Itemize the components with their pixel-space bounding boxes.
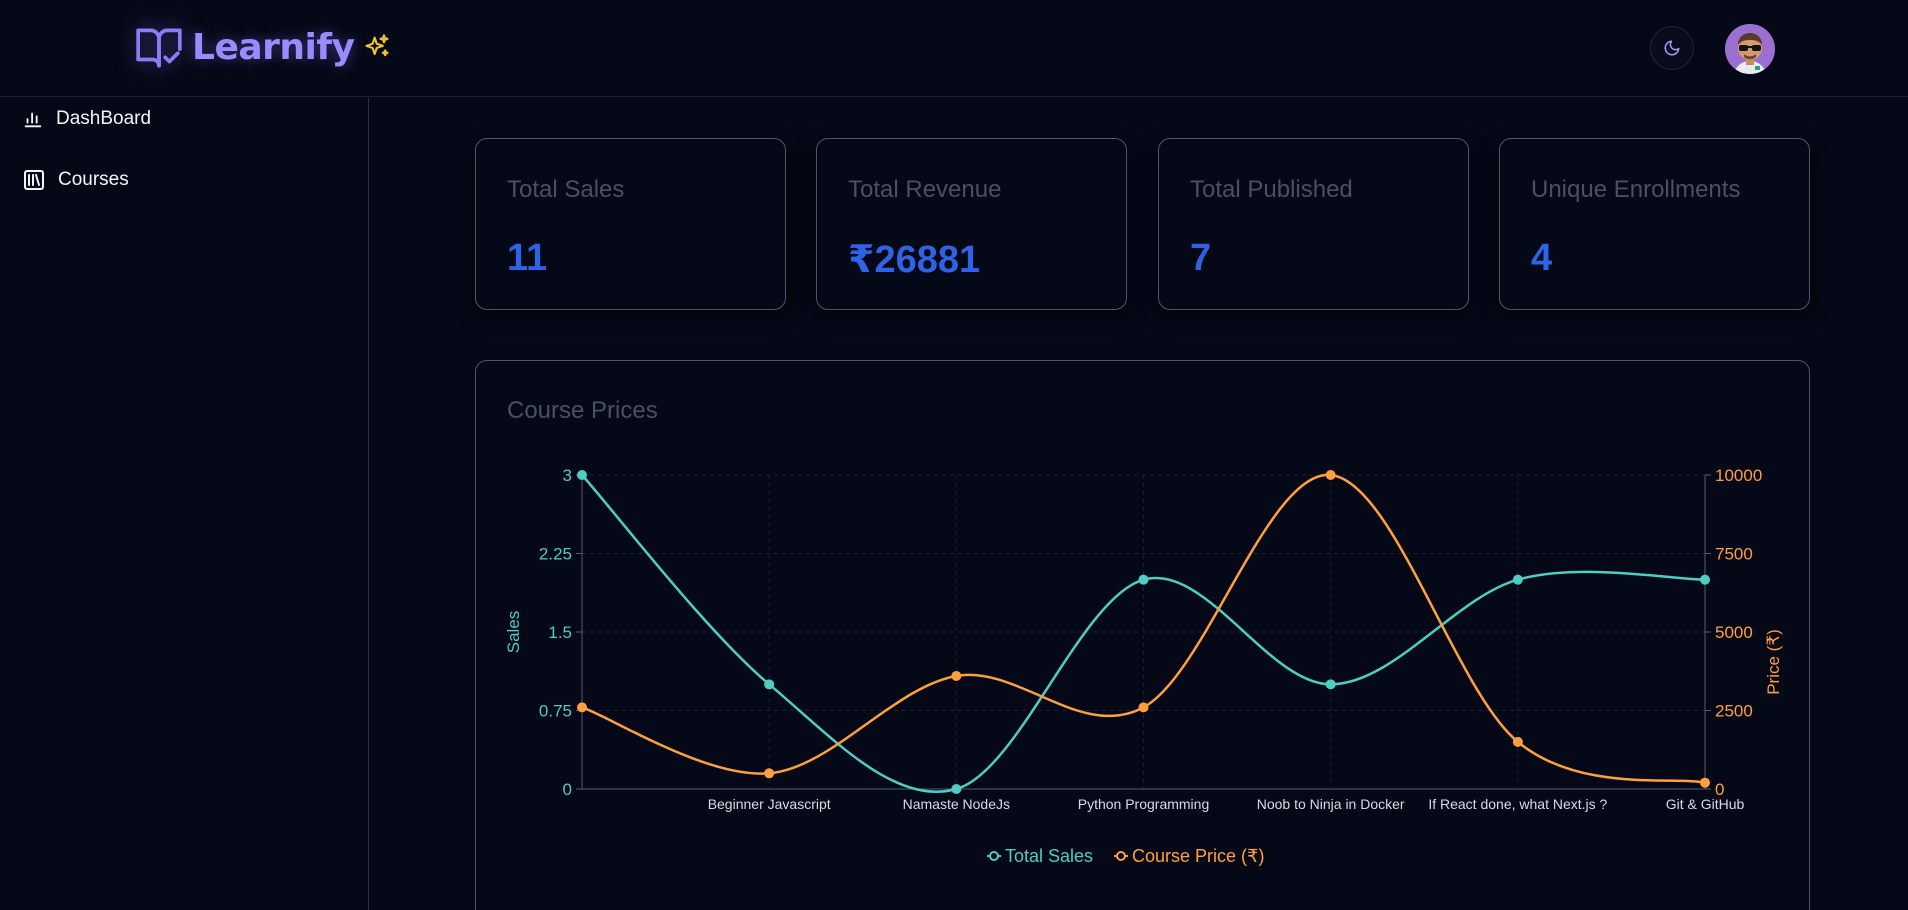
sidebar-item-dashboard[interactable]: DashBoard — [22, 108, 151, 130]
stat-title: Unique Enrollments — [1531, 176, 1741, 203]
moon-icon — [1664, 40, 1680, 56]
avatar-memoji — [1725, 24, 1775, 74]
sidebar-item-courses[interactable]: Courses — [22, 168, 129, 192]
y2-tick-label: 10000 — [1715, 466, 1762, 485]
y2-tick-label: 5000 — [1715, 623, 1753, 642]
legend-marker-dot — [1116, 851, 1126, 861]
data-point-total-sales — [1138, 574, 1149, 585]
data-point-total-sales — [764, 679, 775, 690]
series-line-total-sales — [581, 474, 1706, 793]
stat-title: Total Sales — [507, 176, 625, 203]
user-avatar[interactable] — [1725, 24, 1775, 74]
data-point-course-price — [764, 768, 775, 779]
x-tick-label: Python Programming — [1078, 796, 1210, 812]
y-tick-label: 3 — [563, 466, 572, 485]
y-tick-label: 2.25 — [539, 545, 572, 564]
y2-tick-label: 2500 — [1715, 702, 1753, 721]
data-point-course-price — [1512, 736, 1523, 747]
bar-chart-icon — [24, 112, 42, 128]
x-tick-label: Namaste NodeJs — [903, 796, 1010, 812]
stat-value: 4 — [1531, 237, 1553, 279]
data-point-course-price — [577, 702, 587, 713]
data-point-course-price — [1700, 777, 1710, 788]
stat-card-total-sales: Total Sales 11 — [475, 138, 786, 310]
stat-title: Total Published — [1190, 176, 1353, 203]
data-point-total-sales — [577, 470, 587, 480]
x-tick-label: If React done, what Next.js ? — [1428, 796, 1607, 812]
x-tick-label: Git & GitHub — [1666, 796, 1745, 812]
sparkles-icon — [364, 34, 389, 57]
course-prices-chart-card: Course Prices 0 0.75 1.5 2.25 3 0 2500 5000 7500… — [475, 360, 1810, 910]
legend-item-course-price: Course Price (₹) — [1132, 846, 1264, 866]
stat-card-total-revenue: Total Revenue ₹26881 — [816, 138, 1127, 310]
x-tick-label: Beginner Javascript — [708, 796, 831, 812]
y2-axis-label: Price (₹) — [1764, 629, 1783, 695]
data-point-total-sales — [1512, 574, 1523, 585]
stat-value: 11 — [507, 237, 548, 279]
y-tick-label: 0.75 — [539, 702, 572, 721]
legend-item-total-sales: Total Sales — [1005, 846, 1093, 866]
y2-tick-label: 7500 — [1715, 545, 1753, 564]
stat-card-total-published: Total Published 7 — [1158, 138, 1469, 310]
y-tick-label: 1.5 — [548, 623, 572, 642]
theme-toggle-button[interactable] — [1650, 26, 1694, 70]
data-point-total-sales — [1700, 574, 1710, 585]
legend-marker-dot — [989, 851, 999, 861]
y-tick-label: 0 — [563, 780, 572, 799]
book-check-icon — [136, 28, 182, 68]
sidebar: DashBoard Courses — [0, 98, 369, 910]
data-point-total-sales — [951, 784, 962, 794]
stat-value: ₹26881 — [848, 239, 981, 281]
app-name: Learnify — [192, 26, 355, 68]
library-icon — [24, 170, 44, 190]
app-logo[interactable]: Learnify — [134, 22, 391, 72]
y-axis-label: Sales — [504, 611, 523, 654]
stat-card-unique-enrollments: Unique Enrollments 4 — [1499, 138, 1810, 310]
top-header: Learnify — [0, 0, 1908, 97]
data-point-course-price — [1138, 702, 1149, 713]
data-point-course-price — [1325, 470, 1336, 480]
x-tick-label: Noob to Ninja in Docker — [1257, 796, 1405, 812]
stat-title: Total Revenue — [848, 176, 1002, 203]
sidebar-item-label: DashBoard — [56, 108, 152, 129]
data-point-total-sales — [1325, 679, 1336, 690]
data-point-course-price — [951, 670, 962, 681]
sidebar-item-label: Courses — [58, 169, 129, 190]
course-prices-chart: 00.751.52.253025005000750010000Beginner … — [504, 466, 1783, 866]
stat-value: 7 — [1190, 237, 1212, 279]
